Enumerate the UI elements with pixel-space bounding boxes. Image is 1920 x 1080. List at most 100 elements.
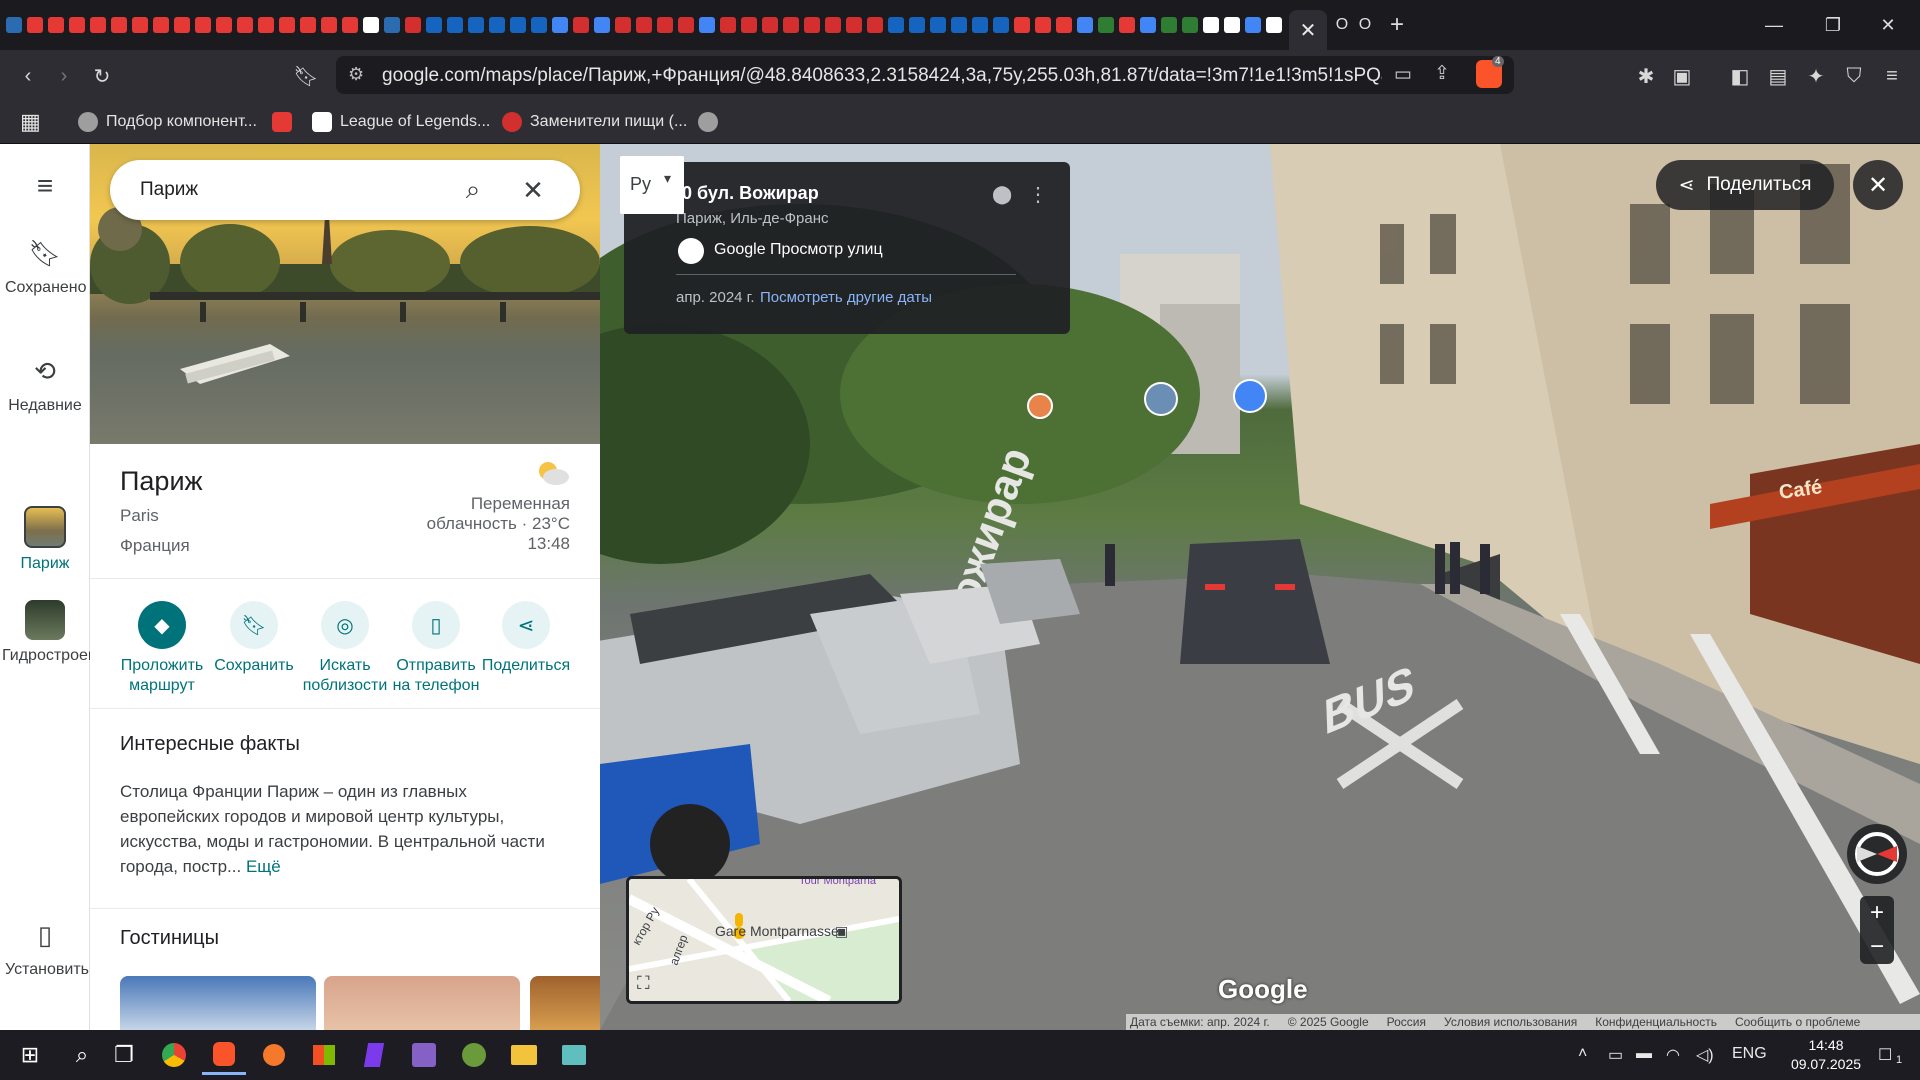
tab[interactable] [4, 15, 24, 35]
reload-icon[interactable]: ↻ [86, 60, 118, 92]
menu-icon[interactable]: ≡ [1876, 60, 1908, 92]
tab[interactable] [1096, 15, 1116, 35]
place-hero-photo[interactable]: ⌕ ✕ [90, 144, 600, 444]
menu-icon[interactable]: ≡ [0, 172, 90, 200]
tab[interactable] [487, 15, 507, 35]
bookmark-page-icon[interactable]: 🔖︎ [290, 60, 322, 92]
tab[interactable] [1201, 15, 1221, 35]
search-icon[interactable]: ⌕ [60, 1035, 104, 1075]
tab[interactable] [277, 15, 297, 35]
zoom-in-button[interactable]: + [1860, 896, 1894, 930]
rail-saved[interactable]: 🔖︎ Сохранено [0, 240, 90, 297]
task-view-icon[interactable]: ❐ [102, 1035, 146, 1075]
input-language[interactable]: ENG [1732, 1045, 1767, 1063]
share-page-icon[interactable]: ⇪ [1434, 62, 1450, 85]
cast-icon[interactable]: ▭ [1394, 63, 1412, 86]
zoom-out-button[interactable]: − [1860, 930, 1894, 964]
tab[interactable] [865, 15, 885, 35]
tab[interactable] [319, 15, 339, 35]
active-tab-close-button[interactable]: ✕ [1289, 10, 1327, 50]
search-box[interactable]: ⌕ ✕ [110, 160, 580, 220]
tab[interactable] [382, 15, 402, 35]
wallet-icon[interactable]: ▤ [1762, 60, 1794, 92]
tab[interactable] [109, 15, 129, 35]
blender-icon[interactable] [252, 1035, 296, 1075]
tab[interactable] [592, 15, 612, 35]
nearby-button[interactable]: ◎ Искать поблизости [295, 601, 395, 696]
tab[interactable] [718, 15, 738, 35]
rail-install-app[interactable]: ▯ Установить [0, 922, 90, 979]
chevron-up-icon[interactable]: ˄ [1578, 1045, 1587, 1063]
tab[interactable] [529, 15, 549, 35]
minimize-button[interactable]: — [1754, 10, 1794, 40]
tab[interactable] [739, 15, 759, 35]
tab[interactable] [424, 15, 444, 35]
tab[interactable] [193, 15, 213, 35]
privacy-link[interactable]: Конфиденциальность [1595, 1015, 1717, 1029]
tab[interactable] [256, 15, 276, 35]
wifi-icon[interactable]: ◠ [1666, 1045, 1680, 1065]
tab[interactable] [655, 15, 675, 35]
tab[interactable]: O [1331, 15, 1353, 35]
tab[interactable] [214, 15, 234, 35]
apps-grid-icon[interactable]: ▦ [20, 109, 41, 134]
compass[interactable] [1847, 824, 1907, 884]
store-icon[interactable] [302, 1035, 346, 1075]
tab[interactable] [781, 15, 801, 35]
app-icon[interactable] [452, 1035, 496, 1075]
tab[interactable] [1138, 15, 1158, 35]
tab[interactable] [1180, 15, 1200, 35]
tab[interactable] [907, 15, 927, 35]
site-settings-icon[interactable]: ⚙︎ [348, 64, 364, 85]
brave-icon[interactable] [202, 1035, 246, 1075]
tab[interactable] [1117, 15, 1137, 35]
back-icon[interactable]: ‹ [12, 60, 44, 92]
address-bar[interactable]: ⚙︎ google.com/maps/place/Париж,+Франция/… [336, 56, 1514, 94]
tab[interactable] [508, 15, 528, 35]
bookmark-item[interactable]: League of Legends... [312, 110, 490, 134]
tab[interactable] [172, 15, 192, 35]
expand-icon[interactable]: ⛶ [637, 973, 650, 994]
tab[interactable] [1054, 15, 1074, 35]
tab[interactable] [970, 15, 990, 35]
close-window-button[interactable]: ✕ [1868, 10, 1908, 40]
terms-link[interactable]: Условия использования [1444, 1015, 1577, 1029]
tab[interactable] [991, 15, 1011, 35]
tab[interactable] [844, 15, 864, 35]
tab[interactable] [571, 15, 591, 35]
tab[interactable] [466, 15, 486, 35]
tab[interactable] [1222, 15, 1242, 35]
send-to-phone-button[interactable]: ▯ Отправить на телефон [386, 601, 486, 696]
notifications-icon[interactable]: ☐ [1878, 1045, 1892, 1065]
tab[interactable] [1012, 15, 1032, 35]
mini-map[interactable]: Gare Montparnasse Tour Montparna ктор Ру… [626, 876, 902, 1004]
rail-recent-place-paris[interactable]: Париж [0, 506, 90, 573]
meet-icon[interactable]: ▭ [1608, 1045, 1623, 1065]
save-button[interactable]: 🔖︎ Сохранить [204, 601, 304, 676]
reader-icon[interactable]: ▣ [1666, 60, 1698, 92]
tab[interactable] [25, 15, 45, 35]
tab[interactable] [676, 15, 696, 35]
tab[interactable] [1243, 15, 1263, 35]
share-button[interactable]: ⋖ Поделиться [476, 601, 576, 676]
bookmark-item[interactable]: Подбор компонент... [78, 110, 257, 134]
maximize-button[interactable]: ❐ [1813, 10, 1853, 40]
rail-recent[interactable]: ⟲ Недавние [0, 358, 90, 415]
forward-icon[interactable]: › [48, 60, 80, 92]
tab[interactable] [1264, 15, 1284, 35]
other-dates-link[interactable]: Посмотреть другие даты [760, 289, 932, 306]
tab[interactable] [130, 15, 150, 35]
tab[interactable] [445, 15, 465, 35]
directions-button[interactable]: ◆ Проложить маршрут [112, 601, 212, 696]
more-options-icon[interactable]: ⋮ [1028, 182, 1048, 207]
obsidian-icon[interactable] [352, 1035, 396, 1075]
tab[interactable] [1075, 15, 1095, 35]
tab[interactable] [235, 15, 255, 35]
close-icon[interactable]: ✕ [516, 173, 550, 207]
window-app-icon[interactable] [552, 1035, 596, 1075]
tab[interactable] [550, 15, 570, 35]
tab[interactable] [823, 15, 843, 35]
tab[interactable] [1033, 15, 1053, 35]
hotel-thumbnail[interactable] [530, 976, 600, 1030]
tab[interactable] [340, 15, 360, 35]
